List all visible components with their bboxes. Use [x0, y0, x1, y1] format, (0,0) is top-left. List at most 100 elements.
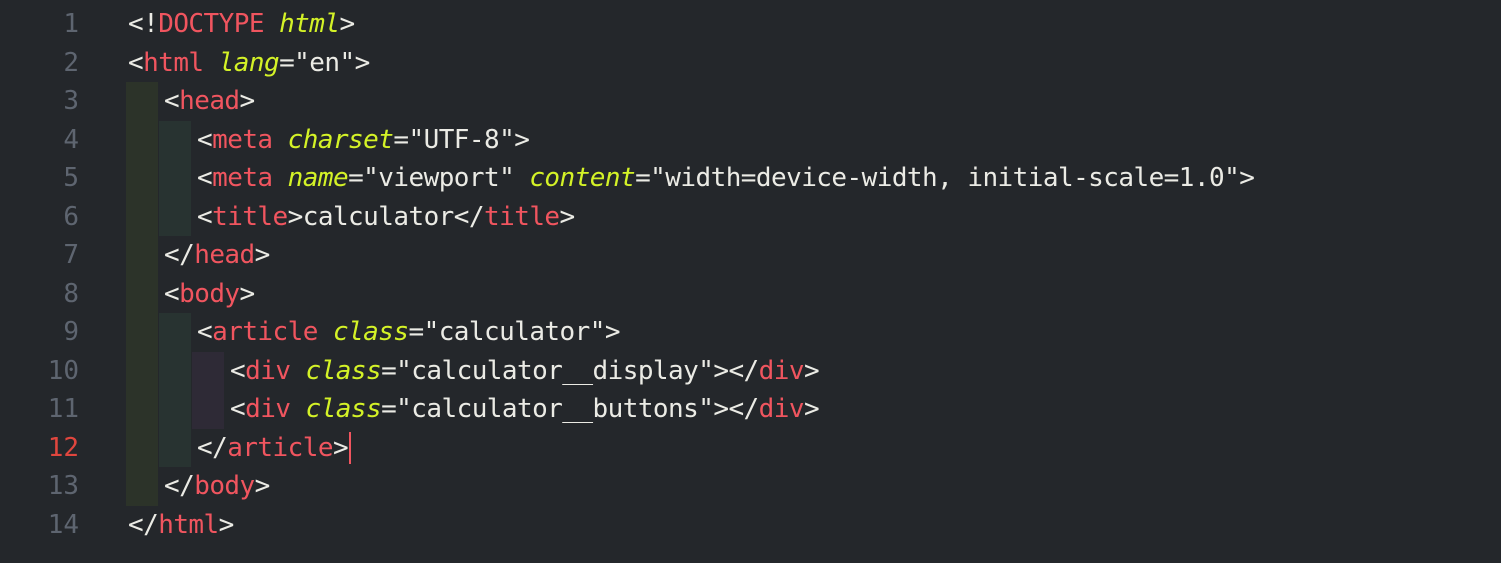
token-punct: <: [197, 124, 213, 155]
token-str: "en": [294, 47, 355, 78]
token-punct: >: [559, 201, 576, 232]
code-text[interactable]: <head>: [164, 82, 255, 121]
token-tag: div: [758, 355, 805, 386]
code-line[interactable]: 14 </html>: [0, 506, 1501, 545]
token-punct: </: [453, 201, 485, 232]
code-line[interactable]: 3 <head>: [0, 82, 1501, 121]
indent-guide: [126, 390, 158, 429]
code-line[interactable]: 9 <article class="calculator">: [0, 313, 1501, 352]
token-punct: =: [408, 317, 424, 347]
line-number: 14: [47, 509, 79, 540]
token-punct: [273, 163, 288, 193]
code-line[interactable]: 4 <meta charset="UTF-8">: [0, 120, 1501, 160]
token-str: "calculator": [423, 317, 606, 347]
token-punct: >: [354, 47, 371, 78]
token-punct: >: [218, 509, 235, 540]
token-tag: body: [194, 471, 255, 501]
token-punct: =: [393, 124, 409, 155]
indent-guide: [159, 159, 191, 198]
code-text[interactable]: </article>: [197, 429, 352, 468]
code-line[interactable]: 13 </body>: [0, 467, 1501, 506]
code-line[interactable]: 7 </head>: [0, 236, 1501, 275]
token-punct: =: [279, 47, 295, 78]
token-punct: </: [164, 240, 195, 270]
token-punct: >: [239, 86, 256, 116]
line-number: 1: [63, 9, 79, 39]
indent-guide: [159, 313, 191, 352]
code-text[interactable]: <!DOCTYPE html>: [128, 5, 355, 44]
token-tag: head: [179, 86, 240, 116]
token-punct: >: [239, 278, 256, 309]
token-punct: >: [332, 432, 349, 463]
token-tag: head: [194, 240, 255, 270]
code-line[interactable]: 6 <title>calculator</title>: [0, 197, 1501, 237]
token-punct: =: [381, 355, 397, 386]
code-text[interactable]: <article class="calculator">: [197, 313, 621, 352]
token-punct: ></: [713, 394, 759, 424]
code-line[interactable]: 5 <meta name="viewport" content="width=de…: [0, 159, 1501, 198]
code-text[interactable]: </head>: [164, 236, 270, 275]
token-punct: ></: [713, 355, 759, 386]
token-punct: [514, 163, 529, 193]
text-cursor: [349, 432, 352, 464]
token-tag: article: [212, 317, 318, 347]
indent-guide: [159, 428, 191, 467]
code-line[interactable]: 2 <html lang="en">: [0, 44, 1501, 83]
token-attr: content: [529, 163, 636, 193]
token-tag: div: [245, 394, 291, 424]
token-punct: >: [1239, 163, 1255, 193]
code-line[interactable]: 8 <body>: [0, 274, 1501, 314]
code-line[interactable]: 10 <div class="calculator__display"></div…: [0, 351, 1501, 391]
token-str: "UTF-8": [408, 124, 515, 155]
token-punct: </: [197, 432, 228, 463]
token-tag: body: [179, 278, 240, 309]
code-text[interactable]: <div class="calculator__display"></div>: [230, 352, 820, 391]
token-punct: >: [339, 9, 355, 39]
token-punct: <: [197, 317, 213, 347]
token-attr: class: [305, 394, 382, 424]
code-text[interactable]: <meta charset="UTF-8">: [197, 121, 530, 160]
code-text[interactable]: <meta name="viewport" content="width=dev…: [197, 159, 1255, 198]
code-text[interactable]: <body>: [164, 275, 255, 314]
token-punct: >: [803, 355, 820, 386]
code-line[interactable]: 11 <div class="calculator__buttons"></div…: [0, 390, 1501, 429]
token-punct: =: [635, 163, 651, 193]
token-punct: =: [381, 394, 397, 424]
token-attr: charset: [287, 124, 394, 155]
line-number: 10: [47, 355, 79, 386]
indent-guide: [126, 467, 158, 506]
token-tag: html: [158, 509, 219, 540]
indent-guide: [159, 120, 191, 159]
code-editor[interactable]: 1 <!DOCTYPE html> 2 <html lang="en"> 3 <head>…: [0, 0, 1501, 563]
token-punct: <: [128, 47, 144, 78]
code-line[interactable]: 12 </article>: [0, 428, 1501, 468]
token-punct: [273, 125, 288, 155]
line-number: 2: [63, 47, 79, 78]
indent-guide: [192, 390, 224, 429]
token-punct: >: [514, 124, 530, 155]
code-text[interactable]: </body>: [164, 467, 270, 506]
indent-guide: [126, 313, 158, 352]
token-attr: lang: [218, 47, 280, 78]
indent-guide: [126, 428, 158, 467]
code-text[interactable]: </html>: [128, 506, 234, 545]
code-text[interactable]: <title>calculator</title>: [197, 198, 575, 237]
code-line[interactable]: 1 <!DOCTYPE html>: [0, 5, 1501, 44]
indent-guide: [126, 351, 158, 390]
code-text[interactable]: <div class="calculator__buttons"></div>: [230, 390, 820, 429]
token-punct: [264, 9, 279, 39]
token-punct: [318, 317, 333, 347]
token-punct: <!: [128, 9, 159, 39]
token-tag: article: [227, 432, 333, 463]
line-number: 12: [47, 432, 79, 463]
token-str: "calculator__buttons": [396, 394, 714, 424]
indent-guide: [126, 82, 158, 121]
line-number: 8: [63, 278, 79, 309]
token-punct: <: [197, 163, 213, 193]
token-punct: <: [230, 355, 246, 386]
token-punct: [290, 394, 305, 424]
token-attr: class: [305, 355, 382, 386]
token-tag: meta: [212, 124, 273, 155]
token-punct: >: [287, 201, 304, 232]
code-text[interactable]: <html lang="en">: [128, 44, 370, 83]
